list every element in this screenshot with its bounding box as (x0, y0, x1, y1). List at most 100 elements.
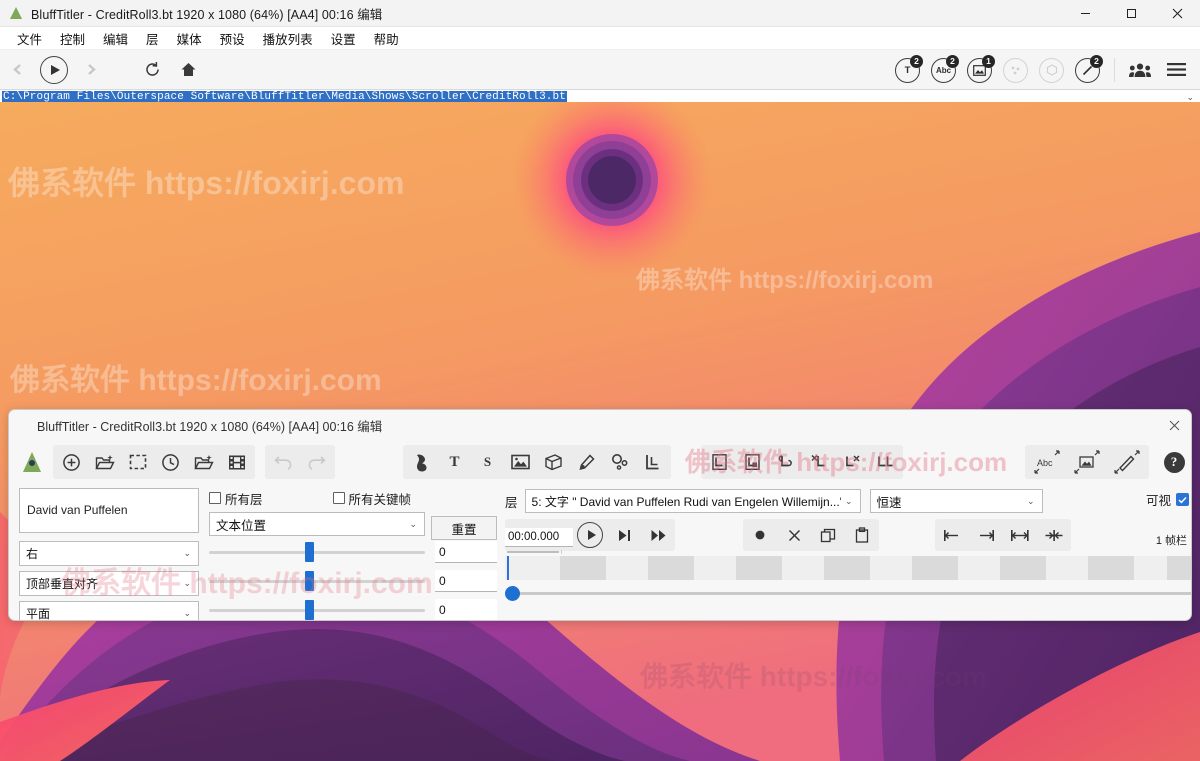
preview-play-button[interactable] (40, 56, 68, 84)
menu-playlist[interactable]: 播放列表 (254, 27, 322, 50)
forward-icon[interactable] (72, 54, 108, 86)
close-button[interactable] (1154, 0, 1200, 27)
hamburger-menu-icon[interactable] (1158, 54, 1194, 86)
timeline-zoom-slider[interactable] (505, 586, 1192, 600)
slider-thumb[interactable] (305, 571, 314, 591)
layer-order-icon[interactable] (868, 446, 901, 478)
open-template-icon[interactable] (187, 446, 220, 478)
property-select[interactable]: 文本位置 ⌄ (209, 512, 425, 536)
goto-first-keyframe-button[interactable] (935, 520, 969, 550)
horizontal-align-value: 右 (26, 545, 38, 562)
menu-media[interactable]: 媒体 (168, 27, 211, 50)
timeline-ruler[interactable] (505, 550, 1192, 554)
camera-layer-icon[interactable] (405, 446, 438, 478)
visible-checkbox[interactable] (1176, 493, 1189, 506)
model-layer-icon[interactable] (537, 446, 570, 478)
picture-layers-icon[interactable]: 1 (964, 53, 998, 87)
home-icon[interactable] (170, 54, 206, 86)
layer-select[interactable]: 5: 文字 " David van Puffelen Rudi van Enge… (525, 489, 861, 513)
special-layer-icon[interactable]: S (471, 446, 504, 478)
skip-to-end-button[interactable] (641, 520, 675, 550)
cut-layer-icon[interactable] (802, 446, 835, 478)
horizontal-align-select[interactable]: 右 ⌄ (19, 541, 199, 566)
position-x-slider[interactable] (209, 540, 425, 564)
transport-row (505, 518, 1191, 552)
timeline-playhead[interactable] (507, 556, 509, 580)
redo-icon[interactable] (300, 446, 333, 478)
new-show-icon[interactable] (55, 446, 88, 478)
undo-icon[interactable] (267, 446, 300, 478)
address-chevron-down-icon[interactable]: ⌄ (1186, 92, 1194, 103)
paste-keyframe-button[interactable] (845, 520, 879, 550)
position-y-value[interactable] (435, 570, 497, 592)
slider-track (209, 551, 425, 554)
layer-edit-group (701, 445, 903, 479)
picture-layer-icon[interactable] (504, 446, 537, 478)
recent-shows-icon[interactable] (154, 446, 187, 478)
light-layer-icon[interactable] (636, 446, 669, 478)
expand-style-icon[interactable] (1107, 446, 1147, 478)
slider-thumb[interactable] (305, 600, 314, 620)
surface-select[interactable]: 平面 ⌄ (19, 601, 199, 621)
position-z-value[interactable] (435, 599, 497, 621)
text-layer-icon[interactable]: T (438, 446, 471, 478)
refresh-icon[interactable] (134, 54, 170, 86)
delete-keyframe-button[interactable] (777, 520, 811, 550)
panel-body: 右 ⌄ 顶部垂直对齐 ⌄ 平面 ⌄ 所有层 所有关键帧 (9, 484, 1191, 621)
next-frame-button[interactable] (607, 520, 641, 550)
timeline-band (912, 556, 958, 580)
add-layer-icon[interactable] (703, 446, 736, 478)
font-layers-icon[interactable]: Abc 2 (928, 53, 962, 87)
layer-label: 层 (505, 492, 518, 511)
open-show-icon[interactable] (88, 446, 121, 478)
menu-file[interactable]: 文件 (8, 27, 51, 50)
maximize-button[interactable] (1108, 0, 1154, 27)
goto-last-keyframe-button[interactable] (969, 520, 1003, 550)
timeline-track[interactable] (505, 556, 1192, 580)
panel-close-icon[interactable] (1163, 414, 1185, 436)
menu-preset[interactable]: 预设 (211, 27, 254, 50)
visible-toggle[interactable]: 可视 (1146, 490, 1189, 509)
duplicate-layer-icon[interactable] (736, 446, 769, 478)
zoom-slider-thumb[interactable] (505, 586, 520, 601)
menu-control[interactable]: 控制 (51, 27, 94, 50)
particle-layers-icon[interactable] (1000, 53, 1034, 87)
effect-layers-icon[interactable]: 2 (1072, 53, 1106, 87)
back-icon[interactable] (0, 54, 36, 86)
copy-layer-icon[interactable] (769, 446, 802, 478)
expand-picture-icon[interactable] (1067, 446, 1107, 478)
record-keyframe-button[interactable] (743, 520, 777, 550)
position-z-slider[interactable] (209, 598, 425, 621)
select-all-icon[interactable] (121, 446, 154, 478)
current-time-input[interactable] (505, 528, 573, 547)
interpolation-select[interactable]: 恒速 ⌄ (870, 489, 1043, 513)
position-x-value[interactable] (435, 541, 497, 563)
all-layers-checkbox[interactable] (209, 492, 221, 504)
paint-layer-icon[interactable] (570, 446, 603, 478)
slider-row-z (209, 597, 497, 621)
center-keyframe-button[interactable] (1037, 520, 1071, 550)
delete-layer-icon[interactable] (835, 446, 868, 478)
play-button[interactable] (573, 520, 607, 550)
expand-text-icon[interactable]: Abc (1027, 446, 1067, 478)
model-layers-icon[interactable] (1036, 53, 1070, 87)
particle-layer-icon[interactable] (603, 446, 636, 478)
menu-layer[interactable]: 层 (137, 27, 168, 50)
layer-text-input[interactable] (19, 488, 199, 533)
position-y-slider[interactable] (209, 569, 425, 593)
copy-keyframe-button[interactable] (811, 520, 845, 550)
reset-button[interactable]: 重置 (431, 516, 497, 540)
slider-thumb[interactable] (305, 542, 314, 562)
menu-edit[interactable]: 编辑 (94, 27, 137, 50)
minimize-button[interactable] (1062, 0, 1108, 27)
keyframe-range-button[interactable] (1003, 520, 1037, 550)
vertical-align-select[interactable]: 顶部垂直对齐 ⌄ (19, 571, 199, 596)
render-video-icon[interactable] (220, 446, 253, 478)
menu-settings[interactable]: 设置 (322, 27, 365, 50)
all-keyframes-checkbox[interactable] (333, 492, 345, 504)
users-icon[interactable] (1122, 54, 1158, 86)
text-layers-icon[interactable]: T 2 (892, 53, 926, 87)
help-icon[interactable]: ? (1157, 445, 1191, 479)
layer-row: 层 5: 文字 " David van Puffelen Rudi van En… (505, 488, 1191, 514)
menu-help[interactable]: 帮助 (365, 27, 408, 50)
